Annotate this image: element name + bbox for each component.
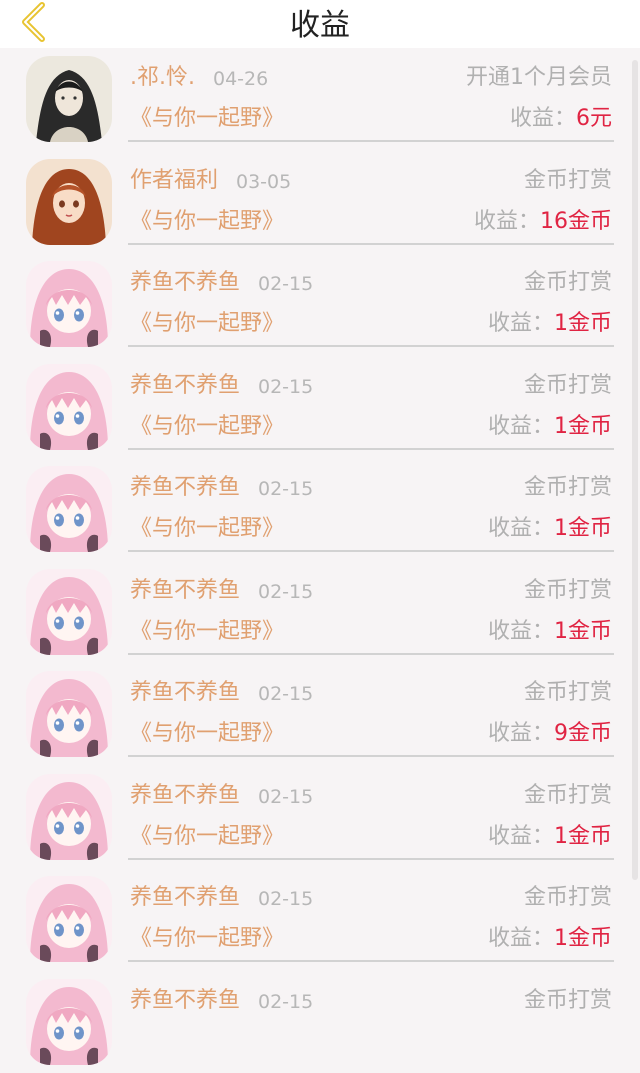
divider xyxy=(128,550,614,552)
avatar xyxy=(26,569,112,655)
entry-date: 02-15 xyxy=(258,374,313,400)
entry-date: 02-15 xyxy=(258,989,313,1015)
avatar xyxy=(26,159,112,245)
list-item[interactable]: 作者福利 03-05 金币打赏 《与你一起野》 收益：16金币 xyxy=(0,151,640,254)
user-name: 作者福利 xyxy=(130,167,218,195)
earning-label: 收益： xyxy=(488,619,554,644)
avatar xyxy=(26,979,112,1065)
book-title[interactable]: 《与你一起野》 xyxy=(130,412,284,442)
earning-label: 收益： xyxy=(488,414,554,439)
earning-value: 6元 xyxy=(576,106,612,131)
user-name: 养鱼不养鱼 xyxy=(130,884,240,912)
book-title[interactable]: 《与你一起野》 xyxy=(130,822,284,852)
entry-date: 02-15 xyxy=(258,681,313,707)
earning-amount: 收益：1金币 xyxy=(488,924,612,954)
earning-amount: 收益：1金币 xyxy=(488,514,612,544)
list-item[interactable]: 养鱼不养鱼 02-15 金币打赏 《与你一起野》 收益：1金币 xyxy=(0,561,640,664)
avatar xyxy=(26,261,112,347)
divider xyxy=(128,243,614,245)
earning-value: 9金币 xyxy=(554,721,612,746)
avatar xyxy=(26,671,112,757)
list-item[interactable]: 养鱼不养鱼 02-15 金币打赏 《与你一起野》 收益：1金币 xyxy=(0,766,640,869)
earning-value: 1金币 xyxy=(554,414,612,439)
earning-value: 1金币 xyxy=(554,311,612,336)
earning-type: 金币打赏 xyxy=(524,372,612,400)
entry-date: 02-15 xyxy=(258,886,313,912)
user-name: 养鱼不养鱼 xyxy=(130,782,240,810)
earning-type: 金币打赏 xyxy=(524,167,612,195)
divider xyxy=(128,755,614,757)
user-name: 养鱼不养鱼 xyxy=(130,577,240,605)
earning-amount: 收益：1金币 xyxy=(488,822,612,852)
list-item[interactable]: 养鱼不养鱼 02-15 金币打赏 《与你一起野》 收益：1金币 xyxy=(0,356,640,459)
avatar xyxy=(26,876,112,962)
list-item[interactable]: 养鱼不养鱼 02-15 金币打赏 xyxy=(0,971,640,1073)
earning-label: 收益： xyxy=(474,209,540,234)
earning-value: 1金币 xyxy=(554,926,612,951)
entry-date: 03-05 xyxy=(236,169,291,195)
book-title[interactable]: 《与你一起野》 xyxy=(130,617,284,647)
earning-amount: 收益：16金币 xyxy=(474,207,612,237)
book-title[interactable]: 《与你一起野》 xyxy=(130,924,284,954)
earning-amount: 收益：1金币 xyxy=(488,617,612,647)
earning-amount: 收益：6元 xyxy=(510,104,612,134)
earning-amount: 收益：9金币 xyxy=(488,719,612,749)
earning-value: 16金币 xyxy=(540,209,612,234)
entry-date: 02-15 xyxy=(258,784,313,810)
avatar xyxy=(26,364,112,450)
entry-date: 02-15 xyxy=(258,271,313,297)
list-item[interactable]: .祁.怜. 04-26 开通1个月会员 《与你一起野》 收益：6元 xyxy=(0,48,640,151)
entry-date: 04-26 xyxy=(213,66,268,92)
earning-label: 收益： xyxy=(488,516,554,541)
divider xyxy=(128,140,614,142)
earning-value: 1金币 xyxy=(554,824,612,849)
earning-amount: 收益：1金币 xyxy=(488,412,612,442)
entry-date: 02-15 xyxy=(258,476,313,502)
earning-label: 收益： xyxy=(488,721,554,746)
entry-date: 02-15 xyxy=(258,579,313,605)
book-title[interactable]: 《与你一起野》 xyxy=(130,514,284,544)
avatar xyxy=(26,56,112,142)
earning-type: 金币打赏 xyxy=(524,577,612,605)
earning-type: 金币打赏 xyxy=(524,884,612,912)
earning-type: 金币打赏 xyxy=(524,987,612,1015)
earning-type: 金币打赏 xyxy=(524,679,612,707)
scrollbar[interactable] xyxy=(632,60,638,880)
divider xyxy=(128,960,614,962)
divider xyxy=(128,448,614,450)
divider xyxy=(128,653,614,655)
user-name: 养鱼不养鱼 xyxy=(130,679,240,707)
list-item[interactable]: 养鱼不养鱼 02-15 金币打赏 《与你一起野》 收益：1金币 xyxy=(0,253,640,356)
avatar xyxy=(26,774,112,860)
earning-label: 收益： xyxy=(488,824,554,849)
list-item[interactable]: 养鱼不养鱼 02-15 金币打赏 《与你一起野》 收益：1金币 xyxy=(0,868,640,971)
list-item[interactable]: 养鱼不养鱼 02-15 金币打赏 《与你一起野》 收益：1金币 xyxy=(0,458,640,561)
earning-type: 金币打赏 xyxy=(524,474,612,502)
earning-type: 开通1个月会员 xyxy=(466,64,612,92)
earning-type: 金币打赏 xyxy=(524,269,612,297)
earning-value: 1金币 xyxy=(554,619,612,644)
user-name: 养鱼不养鱼 xyxy=(130,987,240,1015)
earning-label: 收益： xyxy=(510,106,576,131)
book-title[interactable]: 《与你一起野》 xyxy=(130,309,284,339)
list-item[interactable]: 养鱼不养鱼 02-15 金币打赏 《与你一起野》 收益：9金币 xyxy=(0,663,640,766)
earning-label: 收益： xyxy=(488,926,554,951)
book-title[interactable]: 《与你一起野》 xyxy=(130,207,284,237)
earning-value: 1金币 xyxy=(554,516,612,541)
earnings-list: .祁.怜. 04-26 开通1个月会员 《与你一起野》 收益：6元 作者福利 0… xyxy=(0,48,640,1073)
earning-type: 金币打赏 xyxy=(524,782,612,810)
book-title[interactable]: 《与你一起野》 xyxy=(130,719,284,749)
user-name: 养鱼不养鱼 xyxy=(130,372,240,400)
divider xyxy=(128,858,614,860)
earning-label: 收益： xyxy=(488,311,554,336)
earning-amount: 收益：1金币 xyxy=(488,309,612,339)
user-name: 养鱼不养鱼 xyxy=(130,269,240,297)
user-name: 养鱼不养鱼 xyxy=(130,474,240,502)
user-name: .祁.怜. xyxy=(130,64,195,92)
header-bar: 收益 xyxy=(0,0,640,48)
divider xyxy=(128,345,614,347)
page-title: 收益 xyxy=(0,6,640,46)
avatar xyxy=(26,466,112,552)
book-title[interactable]: 《与你一起野》 xyxy=(130,104,284,134)
